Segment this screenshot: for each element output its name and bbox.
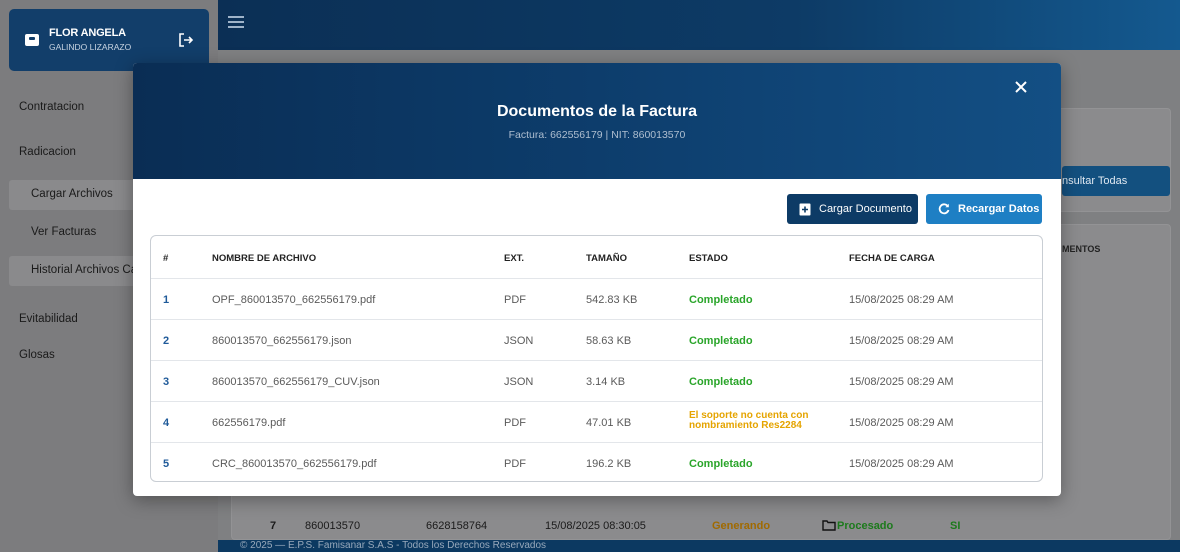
user-card: FLOR ANGELA GALINDO LIZARAZO (9, 9, 209, 71)
sidebar-item-glosas[interactable]: Glosas (19, 349, 55, 361)
documents-table: # NOMBRE DE ARCHIVO EXT. TAMAÑO ESTADO F… (150, 235, 1043, 482)
file-ext: PDF (504, 294, 526, 306)
column-header-documentos: MENTOS (1062, 244, 1101, 254)
close-icon[interactable] (1013, 79, 1029, 95)
row-number: 7 (270, 520, 277, 532)
row-number: 5 (163, 458, 170, 470)
column-header: TAMAÑO (586, 253, 627, 264)
modal-header: Documentos de la Factura Factura: 662556… (133, 63, 1061, 179)
row-state-generando: Generando (712, 520, 771, 532)
file-size: 58.63 KB (586, 335, 632, 347)
table-row[interactable]: 2 860013570_662556179.json JSON 58.63 KB… (151, 319, 1042, 360)
modal-title: Documentos de la Factura (496, 103, 698, 120)
file-size: 542.83 KB (586, 294, 638, 306)
modal-subtitle: Factura: 662556179 | NIT: 860013570 (508, 129, 686, 141)
file-name: 860013570_662556179.json (212, 335, 352, 347)
refresh-icon (938, 203, 950, 215)
table-row[interactable]: 5 CRC_860013570_662556179.pdf PDF 196.2 … (151, 442, 1042, 481)
status-badge: Completado (689, 335, 753, 347)
table-row[interactable]: 4 662556179.pdf PDF 47.01 KB El soporte … (151, 401, 1042, 442)
column-header: # (163, 253, 169, 264)
sidebar-item-contratacion[interactable]: Contratacion (19, 101, 84, 113)
file-plus-icon (799, 203, 811, 215)
file-ext: JSON (504, 335, 534, 347)
upload-document-label: Cargar Documento (819, 203, 912, 215)
folder-icon[interactable] (822, 519, 836, 531)
user-badge-icon (25, 34, 39, 46)
reload-data-label: Recargar Datos (958, 203, 1040, 215)
file-ext: PDF (504, 417, 526, 429)
file-name: 860013570_662556179_CUV.json (212, 376, 380, 388)
file-size: 3.14 KB (586, 376, 626, 388)
row-number: 4 (163, 417, 170, 429)
logout-icon[interactable] (177, 31, 195, 49)
file-name: 662556179.pdf (212, 417, 286, 429)
column-header: FECHA DE CARGA (849, 253, 935, 264)
row-number: 1 (163, 294, 170, 306)
status-warning-line: nombramiento Res2284 (689, 420, 802, 431)
status-badge: Completado (689, 294, 753, 306)
row-number: 3 (163, 376, 170, 388)
consult-all-button[interactable]: nsultar Todas (1062, 166, 1170, 196)
table-row: 7 860013570 6628158764 15/08/2025 08:30:… (230, 510, 1180, 540)
file-name: CRC_860013570_662556179.pdf (212, 458, 377, 470)
row-nit: 860013570 (305, 520, 361, 532)
footer: © 2025 — E.P.S. Famisanar S.A.S - Todos … (218, 540, 1180, 552)
upload-document-button[interactable]: Cargar Documento (787, 194, 918, 224)
file-size: 47.01 KB (586, 417, 632, 429)
row-state-procesado: Procesado (837, 520, 894, 532)
file-size: 196.2 KB (586, 458, 632, 470)
file-name: OPF_860013570_662556179.pdf (212, 294, 376, 306)
table-row[interactable]: 1 OPF_860013570_662556179.pdf PDF 542.83… (151, 278, 1042, 319)
sidebar-item-evitabilidad[interactable]: Evitabilidad (19, 313, 78, 325)
status-badge: Completado (689, 458, 753, 470)
upload-date: 15/08/2025 08:29 AM (849, 417, 954, 429)
row-date: 15/08/2025 08:30:05 (545, 520, 646, 532)
table-row[interactable]: 3 860013570_662556179_CUV.json JSON 3.14… (151, 360, 1042, 401)
upload-date: 15/08/2025 08:29 AM (849, 376, 954, 388)
documents-modal: Documentos de la Factura Factura: 662556… (133, 63, 1061, 496)
file-ext: PDF (504, 458, 526, 470)
column-header: ESTADO (689, 253, 728, 264)
upload-date: 15/08/2025 08:29 AM (849, 335, 954, 347)
sidebar-item-radicacion[interactable]: Radicacion (19, 146, 76, 158)
row-flag: SI (950, 520, 961, 532)
file-ext: JSON (504, 376, 534, 388)
row-factura: 6628158764 (426, 520, 488, 532)
user-surname: GALINDO LIZARAZO (49, 42, 132, 52)
upload-date: 15/08/2025 08:29 AM (849, 458, 954, 470)
reload-data-button[interactable]: Recargar Datos (926, 194, 1042, 224)
upload-date: 15/08/2025 08:29 AM (849, 294, 954, 306)
table-header: # NOMBRE DE ARCHIVO EXT. TAMAÑO ESTADO F… (151, 236, 1042, 278)
hamburger-menu-icon[interactable] (228, 16, 244, 28)
status-warning: El soporte no cuenta con nombramiento Re… (689, 411, 808, 431)
row-number: 2 (163, 335, 170, 347)
column-header: NOMBRE DE ARCHIVO (212, 253, 317, 264)
user-name: FLOR ANGELA (49, 27, 126, 39)
status-badge: Completado (689, 376, 753, 388)
column-header: EXT. (504, 253, 525, 264)
top-bar (218, 0, 1180, 50)
